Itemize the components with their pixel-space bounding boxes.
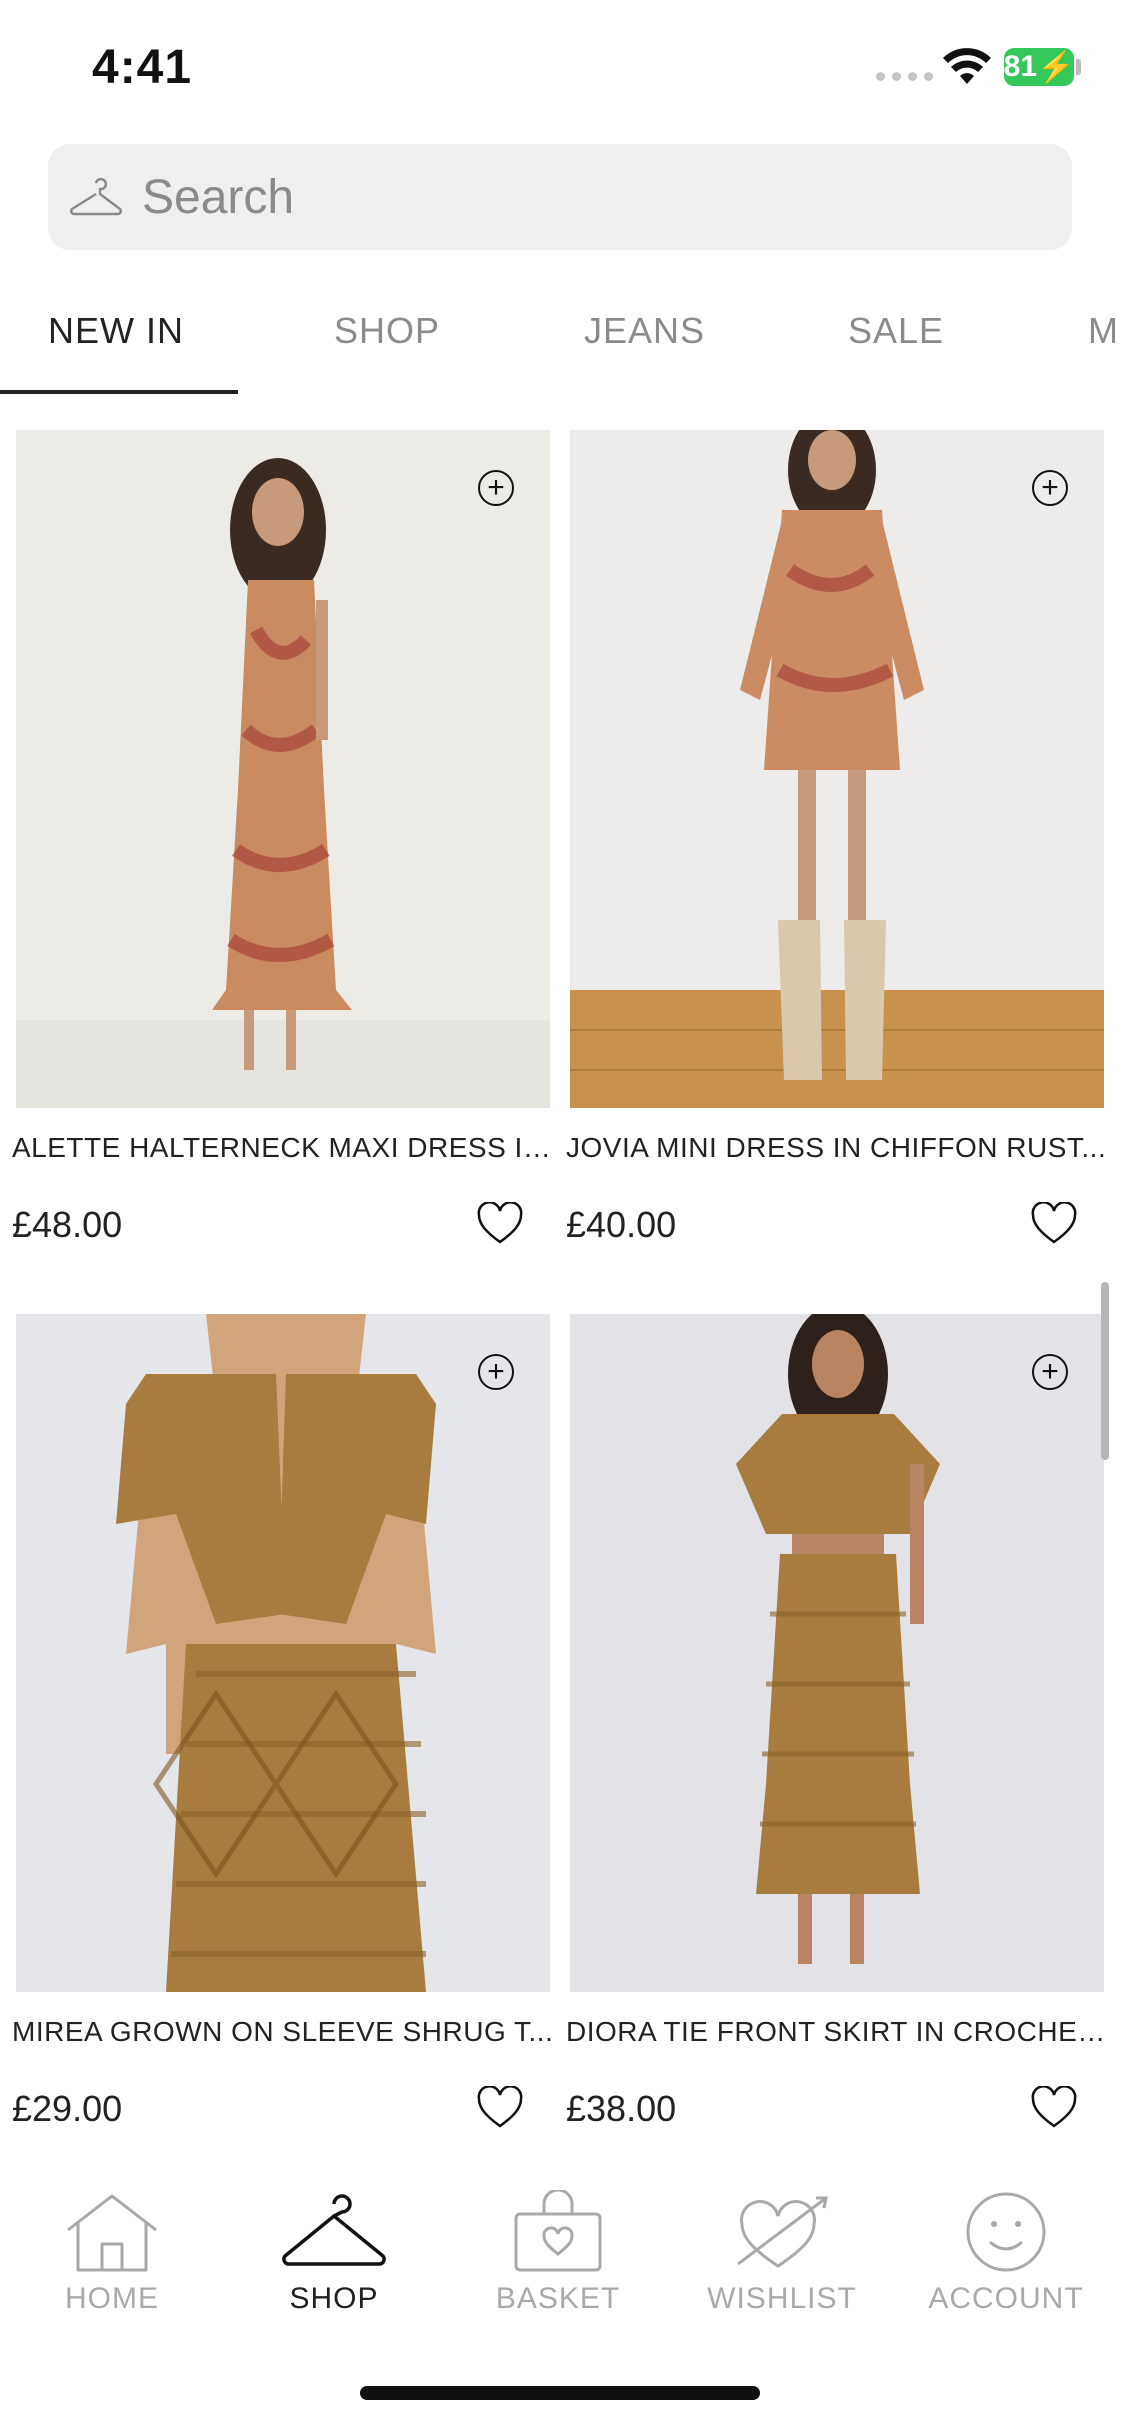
product-photo-crochet-shrug [16, 1314, 550, 1992]
product-image[interactable]: + [16, 430, 550, 1108]
battery-tip [1076, 59, 1081, 75]
status-bar: 4:41 81 ⚡ [0, 0, 1125, 130]
product-image[interactable]: + [570, 430, 1104, 1108]
add-to-basket-icon[interactable]: + [1032, 1354, 1068, 1390]
account-icon [966, 2192, 1046, 2272]
add-to-basket-icon[interactable]: + [478, 470, 514, 506]
wishlist-heart-icon[interactable] [476, 1202, 524, 1246]
nav-wishlist-label: WISHLIST [707, 2282, 857, 2315]
add-to-basket-icon[interactable]: + [478, 1354, 514, 1390]
wifi-icon [943, 48, 991, 84]
wishlist-heart-icon[interactable] [1030, 2086, 1078, 2130]
home-icon [67, 2194, 157, 2272]
hanger-icon [70, 177, 122, 216]
wishlist-heart-icon[interactable] [1030, 1202, 1078, 1246]
product-image[interactable]: + [16, 1314, 550, 1992]
category-tabs: NEW IN SHOP JEANS SALE M [0, 290, 1125, 396]
add-to-basket-icon[interactable]: + [1032, 470, 1068, 506]
product-photo-maxi-dress [16, 430, 550, 1108]
hanger-icon [282, 2194, 386, 2266]
nav-shop[interactable]: SHOP [224, 2190, 444, 2316]
nav-home[interactable]: HOME [2, 2190, 222, 2316]
search-placeholder: Search [142, 170, 295, 224]
cellular-signal-icon [876, 72, 933, 81]
basket-icon [514, 2190, 602, 2272]
nav-basket[interactable]: BASKET [448, 2190, 668, 2316]
scrollbar[interactable] [1101, 1282, 1109, 1460]
product-price: £48.00 [12, 1204, 123, 1245]
nav-account-label: ACCOUNT [928, 2282, 1084, 2315]
product-photo-crochet-skirt [570, 1314, 1104, 1992]
nav-account[interactable]: ACCOUNT [896, 2190, 1116, 2316]
nav-home-label: HOME [65, 2282, 159, 2315]
product-name[interactable]: MIREA GROWN ON SLEEVE SHRUG T... [12, 2016, 558, 2048]
tab-shop[interactable]: SHOP [334, 310, 440, 352]
product-name[interactable]: ALETTE HALTERNECK MAXI DRESS IN... [12, 1132, 558, 1164]
bottom-nav: HOME SHOP BASKET WISHLIST ACCOUNT [0, 2180, 1125, 2340]
nav-basket-label: BASKET [495, 2282, 621, 2315]
tab-jeans[interactable]: JEANS [584, 310, 705, 352]
tab-more[interactable]: M [1088, 310, 1119, 352]
tab-sale[interactable]: SALE [848, 310, 944, 352]
product-price: £29.00 [12, 2088, 123, 2129]
product-image[interactable]: + [570, 1314, 1104, 1992]
search-bar[interactable]: Search [48, 144, 1072, 250]
product-price: £38.00 [566, 2088, 677, 2129]
active-tab-underline [0, 390, 238, 394]
product-price: £40.00 [566, 1204, 677, 1245]
home-indicator [360, 2386, 760, 2400]
battery-indicator: 81 ⚡ [1004, 48, 1074, 86]
nav-shop-label: SHOP [289, 2282, 379, 2315]
product-name[interactable]: DIORA TIE FRONT SKIRT IN CROCHET... [566, 2016, 1112, 2048]
wishlist-heart-icon[interactable] [476, 2086, 524, 2130]
tab-new-in[interactable]: NEW IN [48, 310, 184, 352]
nav-wishlist[interactable]: WISHLIST [672, 2190, 892, 2316]
wishlist-icon [737, 2196, 828, 2268]
product-name[interactable]: JOVIA MINI DRESS IN CHIFFON RUST... [566, 1132, 1112, 1164]
battery-level: 81 [1003, 50, 1038, 83]
status-time: 4:41 [92, 41, 193, 94]
product-photo-mini-dress [570, 430, 1104, 1108]
